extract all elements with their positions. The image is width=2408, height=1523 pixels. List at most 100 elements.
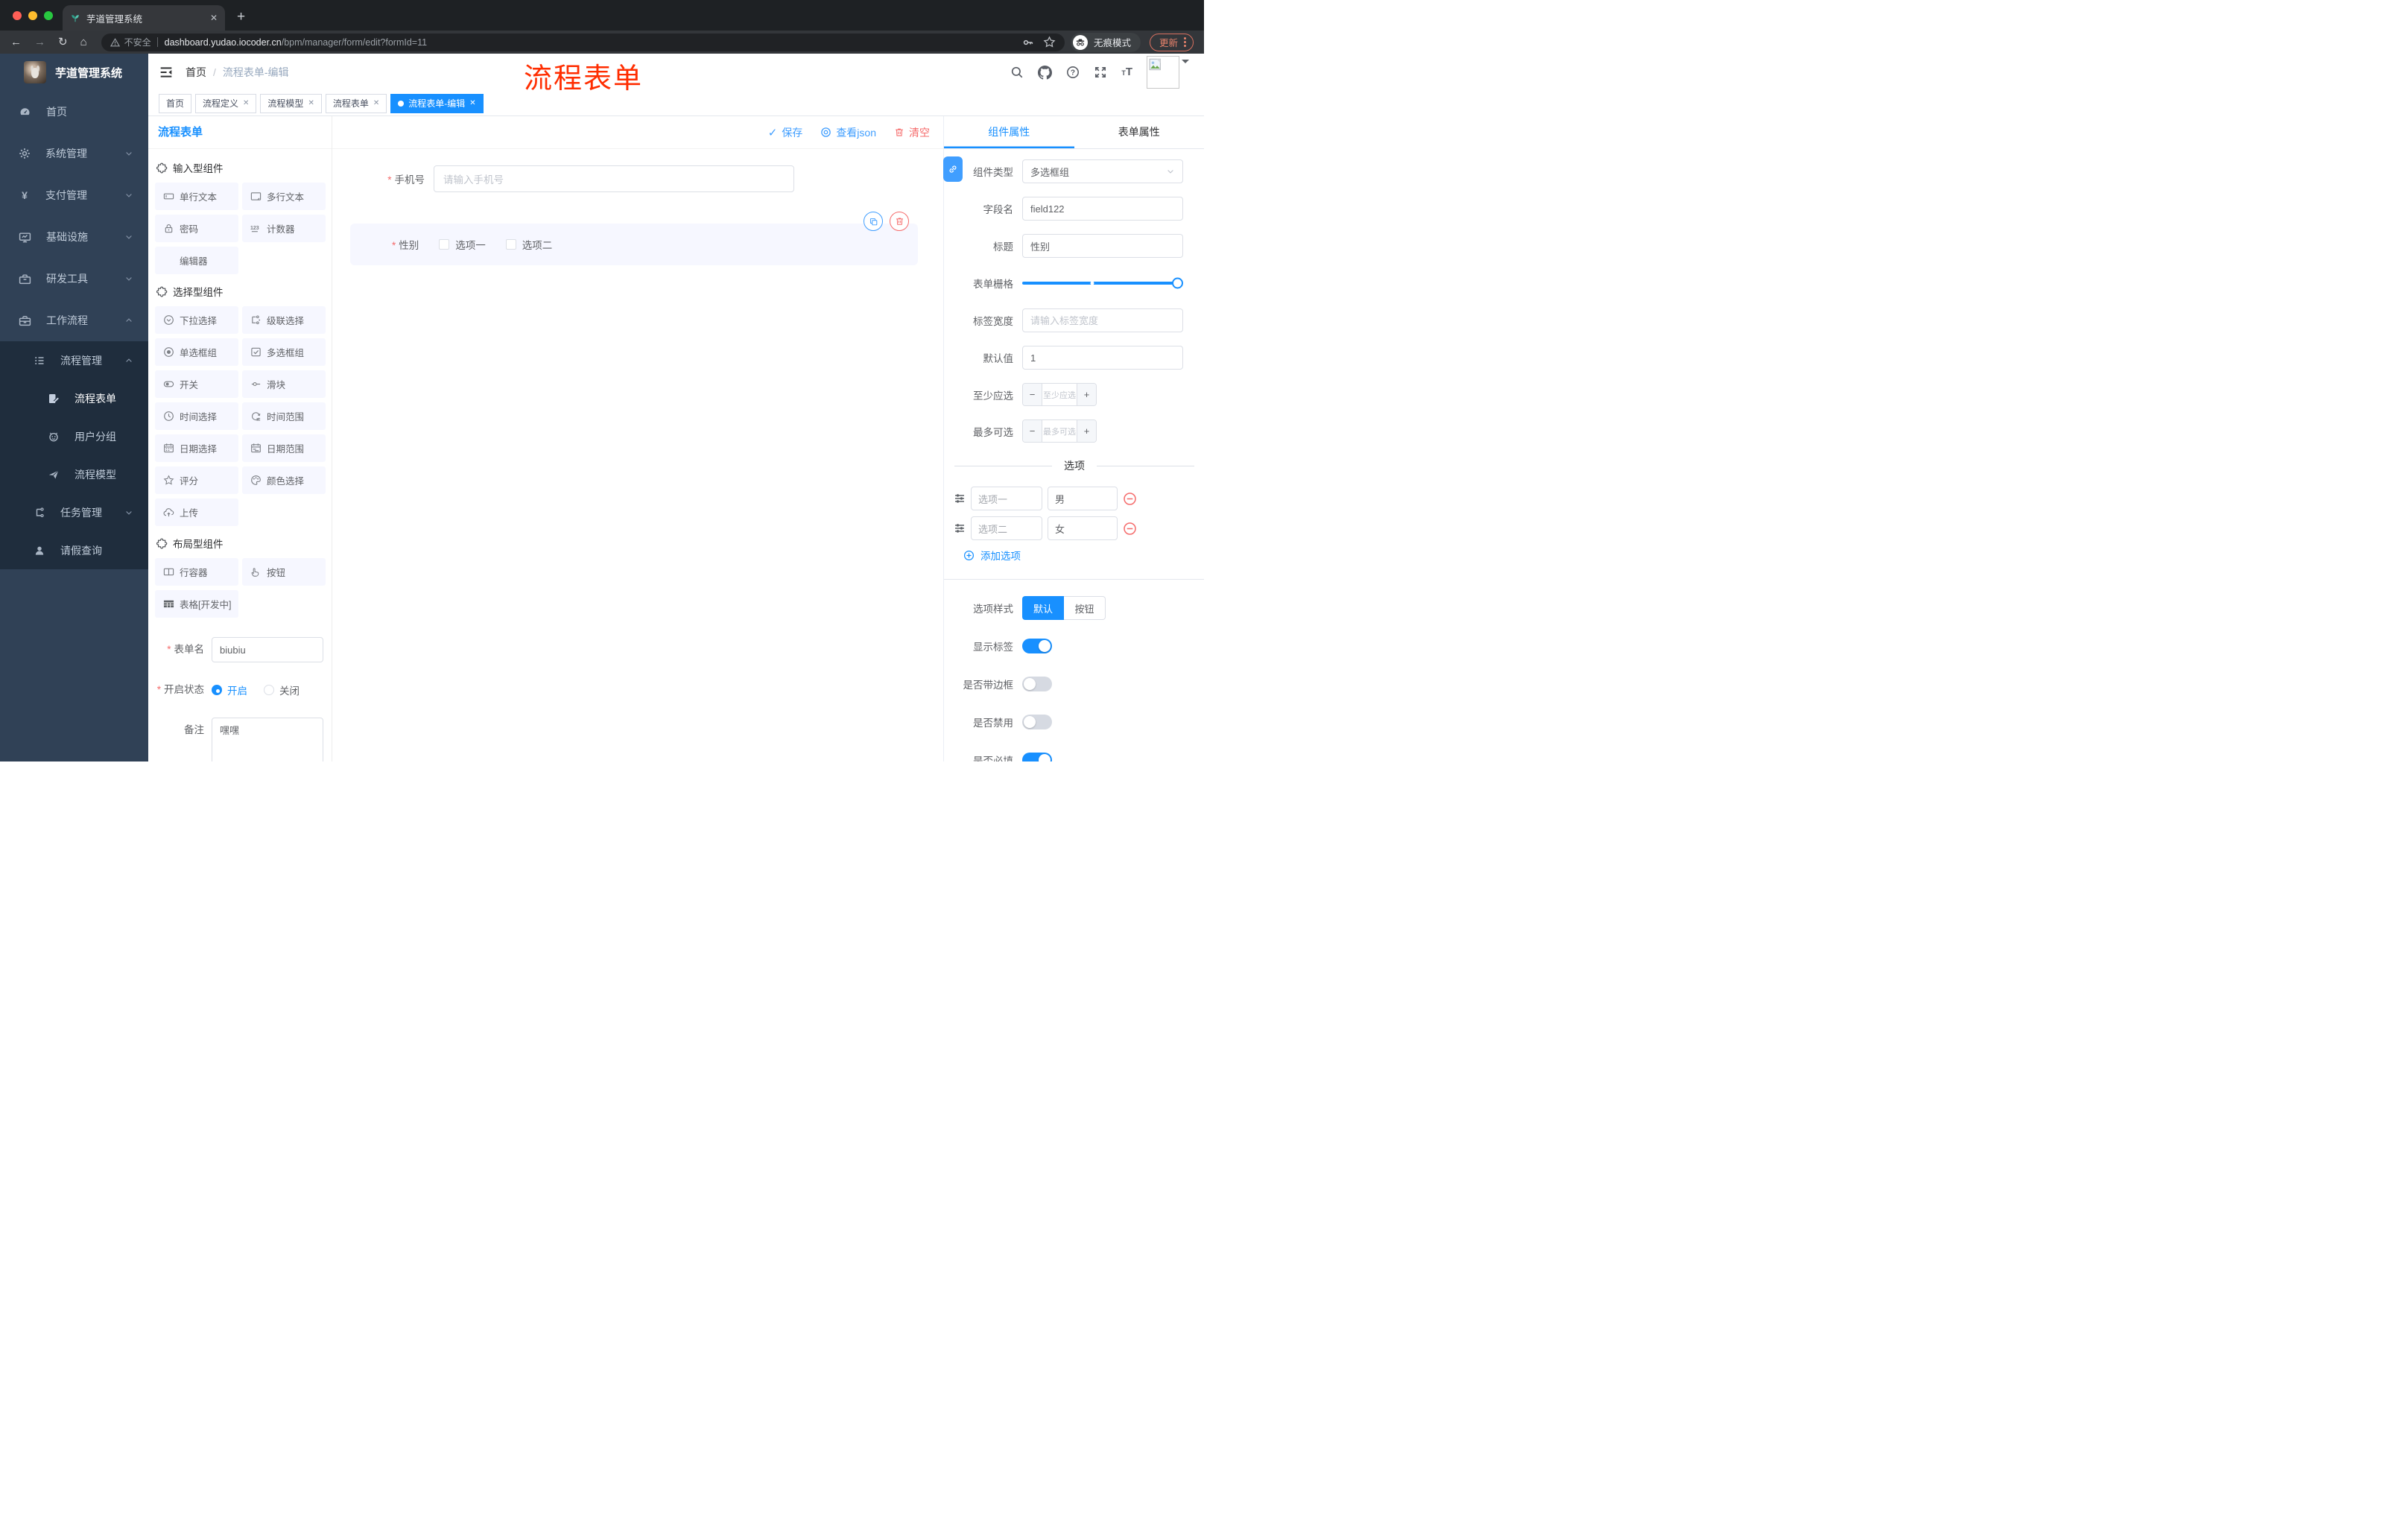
palette-item-date-picker[interactable]: 日期选择 (155, 434, 238, 462)
required-toggle[interactable] (1022, 753, 1052, 762)
sidebar-item-workflow[interactable]: 工作流程 (0, 300, 148, 341)
palette-item-multi-text[interactable]: 多行文本 (242, 183, 326, 210)
key-icon[interactable] (1022, 37, 1034, 48)
close-window-button[interactable] (13, 11, 22, 20)
max-select-stepper[interactable]: − 最多可选 + (1022, 419, 1097, 443)
avatar-caret-icon[interactable] (1182, 60, 1189, 67)
border-toggle[interactable] (1022, 677, 1052, 691)
option-label-input[interactable] (971, 487, 1042, 510)
palette-item-rate[interactable]: 评分 (155, 466, 238, 494)
title-input[interactable] (1022, 234, 1183, 258)
checkbox[interactable] (505, 239, 516, 250)
style-default-button[interactable]: 默认 (1022, 596, 1064, 620)
sidebar-item-system[interactable]: 系统管理 (0, 133, 148, 174)
browser-menu-icon[interactable] (1184, 37, 1186, 47)
palette-item-counter[interactable]: 123 计数器 (242, 215, 326, 242)
sidebar-item-process-form[interactable]: 流程表单 (0, 379, 148, 417)
option-value-input[interactable] (1048, 516, 1118, 540)
status-on-radio[interactable]: 开启 (212, 683, 247, 697)
address-bar[interactable]: 不安全 dashboard.yudao.iocoder.cn /bpm/mana… (101, 33, 1065, 51)
fullscreen-icon[interactable] (1094, 66, 1107, 79)
breadcrumb-home[interactable]: 首页 (186, 65, 206, 80)
drawing-board[interactable]: 手机号 请输入手机号 性别 选项一 选项二 (332, 149, 943, 762)
sidebar-item-task-mgmt[interactable]: 任务管理 (0, 493, 148, 531)
view-json-button[interactable]: 查看json (820, 125, 876, 140)
clear-button[interactable]: 清空 (894, 125, 930, 140)
slider-track[interactable] (1022, 277, 1183, 289)
tag-close-icon[interactable]: ✕ (308, 99, 314, 107)
palette-item-switch[interactable]: 开关 (155, 370, 238, 398)
copy-widget-button[interactable] (864, 212, 883, 231)
sidebar-item-process-mgmt[interactable]: 流程管理 (0, 341, 148, 379)
form-name-input[interactable] (212, 637, 323, 662)
bookmark-star-icon[interactable] (1043, 36, 1056, 48)
drag-handle-icon[interactable] (954, 522, 966, 534)
palette-item-time-picker[interactable]: 时间选择 (155, 402, 238, 430)
min-select-stepper[interactable]: − 至少应选 + (1022, 383, 1097, 406)
sidebar-item-devtools[interactable]: 研发工具 (0, 258, 148, 300)
default-value-input[interactable] (1022, 346, 1183, 370)
palette-item-time-range[interactable]: 时间范围 (242, 402, 326, 430)
tag-process-form-edit[interactable]: 流程表单-编辑 ✕ (390, 93, 484, 113)
maximize-window-button[interactable] (44, 11, 53, 20)
remove-option-icon[interactable] (1123, 522, 1137, 536)
palette-item-single-text[interactable]: 单行文本 (155, 183, 238, 210)
tag-home[interactable]: 首页 (159, 93, 192, 113)
tab-component-props[interactable]: 组件属性 (944, 116, 1074, 148)
palette-item-radio-group[interactable]: 单选框组 (155, 338, 238, 366)
show-label-toggle[interactable] (1022, 639, 1052, 653)
minimize-window-button[interactable] (28, 11, 37, 20)
link-drawer-handle[interactable] (943, 156, 963, 182)
stepper-decrease-button[interactable]: − (1023, 420, 1042, 442)
palette-item-editor[interactable]: 编辑器 (155, 247, 238, 274)
browser-tab[interactable]: 芋道管理系统 ✕ (63, 5, 225, 31)
tag-process-form[interactable]: 流程表单 ✕ (325, 93, 387, 113)
option-value-input[interactable] (1048, 487, 1118, 510)
checkbox[interactable] (439, 239, 450, 250)
phone-input[interactable]: 请输入手机号 (434, 165, 794, 192)
sidebar-item-leave-query[interactable]: 请假查询 (0, 531, 148, 569)
sidebar-item-infra[interactable]: 基础设施 (0, 216, 148, 258)
stepper-input[interactable]: 最多可选 (1042, 420, 1077, 442)
palette-item-slider[interactable]: 滑块 (242, 370, 326, 398)
delete-widget-button[interactable] (890, 212, 909, 231)
form-remark-textarea[interactable]: 嘿嘿 (212, 718, 323, 762)
sidebar-item-payment[interactable]: ¥ 支付管理 (0, 174, 148, 216)
gender-option-2[interactable]: 选项二 (505, 237, 552, 252)
tag-close-icon[interactable]: ✕ (243, 99, 249, 107)
style-button-button[interactable]: 按钮 (1064, 596, 1106, 620)
sidebar-item-home[interactable]: 首页 (0, 91, 148, 133)
label-width-input[interactable] (1022, 308, 1183, 332)
home-icon[interactable]: ⌂ (80, 37, 87, 48)
save-button[interactable]: ✓ 保存 (768, 125, 803, 140)
status-off-radio[interactable]: 关闭 (264, 683, 300, 697)
stepper-decrease-button[interactable]: − (1023, 384, 1042, 405)
grid-slider[interactable] (1022, 271, 1183, 295)
palette-item-date-range[interactable]: 日期范围 (242, 434, 326, 462)
font-size-icon[interactable]: TT (1121, 66, 1132, 79)
github-icon[interactable] (1038, 65, 1053, 80)
palette-item-password[interactable]: 密码 (155, 215, 238, 242)
reload-icon[interactable]: ↻ (58, 37, 68, 48)
palette-item-row-container[interactable]: 行容器 (155, 558, 238, 586)
field-gender-selected[interactable]: 性别 选项一 选项二 (350, 212, 918, 265)
palette-item-select[interactable]: 下拉选择 (155, 306, 238, 334)
sidebar-logo[interactable]: 芋道管理系统 (0, 54, 148, 91)
option-label-input[interactable] (971, 516, 1042, 540)
sidebar-collapse-icon[interactable] (159, 66, 173, 79)
stepper-input[interactable]: 至少应选 (1042, 384, 1077, 405)
gender-option-1[interactable]: 选项一 (439, 237, 486, 252)
palette-item-checkbox-group[interactable]: 多选框组 (242, 338, 326, 366)
window-controls[interactable] (13, 11, 53, 20)
field-name-input[interactable] (1022, 197, 1183, 221)
sidebar-item-process-model[interactable]: 流程模型 (0, 455, 148, 493)
tag-process-definition[interactable]: 流程定义 ✕ (195, 93, 257, 113)
forward-icon[interactable]: → (34, 37, 45, 48)
stepper-increase-button[interactable]: + (1077, 420, 1096, 442)
back-icon[interactable]: ← (10, 37, 22, 48)
search-icon[interactable] (1010, 66, 1024, 79)
tag-close-icon[interactable]: ✕ (469, 99, 475, 107)
avatar-broken-image[interactable] (1147, 56, 1179, 89)
tab-close-icon[interactable]: ✕ (210, 13, 218, 23)
palette-item-upload[interactable]: 上传 (155, 498, 238, 526)
